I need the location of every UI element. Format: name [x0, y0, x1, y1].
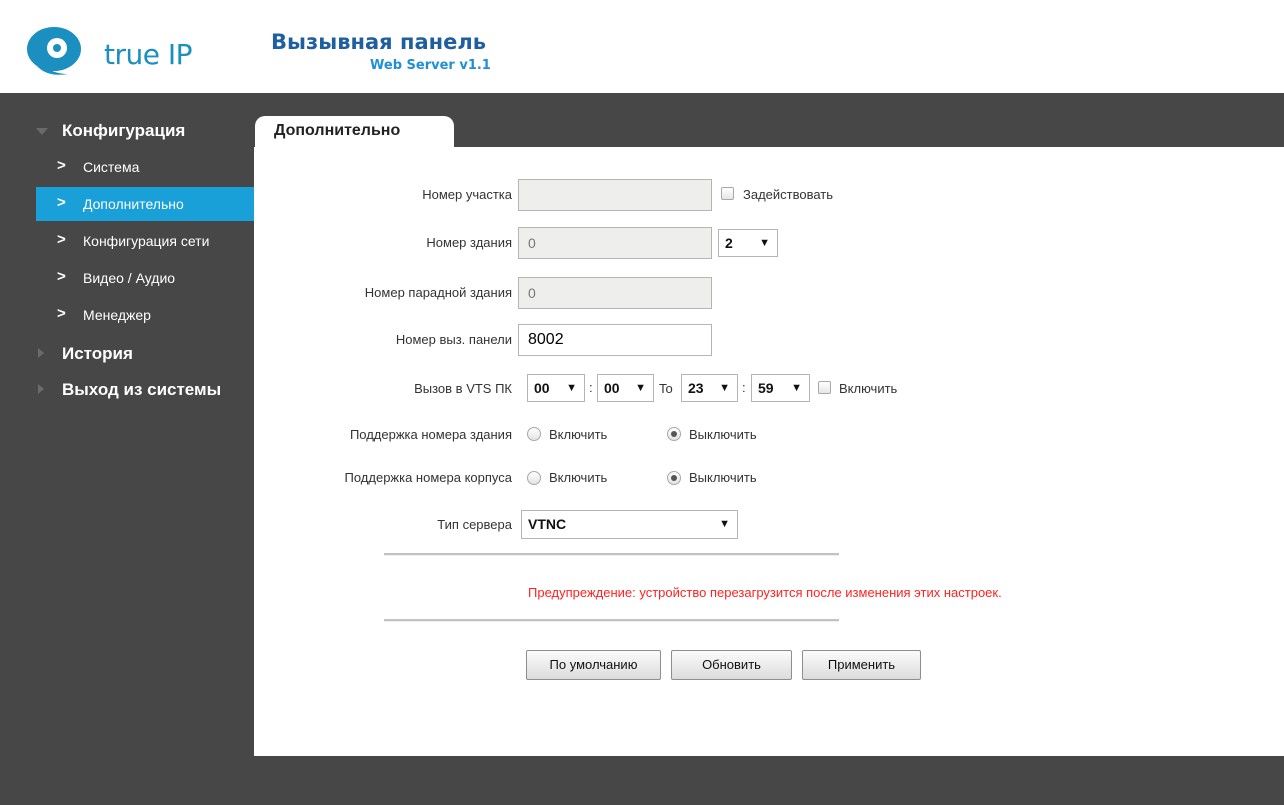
triangle-down-icon	[36, 128, 48, 135]
vts-to-label: To	[659, 381, 673, 396]
warning-text: Предупреждение: устройство перезагрузитс…	[528, 585, 1002, 600]
page-title: Вызывная панель	[271, 30, 487, 54]
server-type-select[interactable]: VTNC ▼	[521, 510, 738, 539]
vts-call-label: Вызов в VTS ПК	[414, 381, 512, 396]
select-value: VTNC	[528, 516, 567, 532]
dropdown-arrow-icon: ▼	[759, 237, 770, 249]
sidebar-item-label: Система	[83, 159, 140, 175]
building-support-label: Поддержка номера здания	[349, 427, 512, 442]
sidebar-item-video-audio[interactable]: > Видео / Аудио	[36, 261, 254, 295]
select-value: 00	[604, 380, 620, 396]
sidebar-section-logout[interactable]: Выход из системы	[0, 376, 254, 404]
server-type-label: Тип сервера	[437, 517, 512, 532]
sidebar: Конфигурация > Система > Дополнительно >…	[0, 93, 254, 805]
sidebar-item-additional[interactable]: > Дополнительно	[36, 187, 254, 221]
chevron-right-icon: >	[57, 231, 66, 248]
plot-enable-checkbox[interactable]	[721, 187, 734, 200]
chevron-right-icon: >	[57, 268, 66, 285]
vts-to-hour-select[interactable]: 23 ▼	[681, 374, 738, 402]
dropdown-arrow-icon: ▼	[791, 382, 802, 394]
refresh-button[interactable]: Обновить	[671, 650, 792, 680]
vts-to-minute-select[interactable]: 59 ▼	[751, 374, 810, 402]
building-support-on-radio[interactable]	[527, 427, 541, 441]
divider	[384, 553, 839, 556]
corpus-support-on-radio[interactable]	[527, 471, 541, 485]
corpus-support-label: Поддержка номера корпуса	[344, 470, 513, 485]
chevron-right-icon: >	[57, 305, 66, 322]
vts-enable-label: Включить	[839, 381, 898, 396]
divider	[384, 619, 839, 622]
building-number-input[interactable]: 0	[518, 227, 712, 259]
tab-additional[interactable]: Дополнительно	[255, 116, 454, 148]
sidebar-item-label: Видео / Аудио	[83, 270, 176, 286]
dropdown-arrow-icon: ▼	[719, 382, 730, 394]
corpus-support-off-label: Выключить	[689, 470, 757, 485]
building-support-on-label: Включить	[549, 427, 608, 442]
sidebar-section-label: История	[62, 344, 133, 363]
building-number-select[interactable]: 2 ▼	[718, 229, 778, 257]
sidebar-item-system[interactable]: > Система	[36, 150, 254, 184]
building-support-off-label: Выключить	[689, 427, 757, 442]
select-value: 23	[688, 380, 704, 396]
triangle-right-icon	[38, 384, 44, 394]
tab-label: Дополнительно	[274, 122, 401, 139]
building-number-label: Номер здания	[426, 235, 512, 250]
apply-button[interactable]: Применить	[802, 650, 921, 680]
vts-from-minute-select[interactable]: 00 ▼	[597, 374, 654, 402]
sidebar-item-network[interactable]: > Конфигурация сети	[36, 224, 254, 258]
dropdown-arrow-icon: ▼	[566, 382, 577, 394]
dropdown-arrow-icon: ▼	[635, 382, 646, 394]
corpus-support-on-label: Включить	[549, 470, 608, 485]
select-value: 00	[534, 380, 550, 396]
default-button[interactable]: По умолчанию	[526, 650, 661, 680]
entrance-number-input[interactable]: 0	[518, 277, 712, 309]
select-value: 59	[758, 380, 774, 396]
panel-number-input[interactable]: 8002	[518, 324, 712, 356]
chevron-right-icon: >	[57, 157, 66, 174]
vts-from-hour-select[interactable]: 00 ▼	[527, 374, 585, 402]
dropdown-arrow-icon: ▼	[719, 518, 730, 530]
sidebar-item-label: Конфигурация сети	[83, 233, 210, 249]
building-support-off-radio[interactable]	[667, 427, 681, 441]
building-select-value: 2	[725, 235, 733, 251]
entrance-number-label: Номер парадной здания	[364, 285, 512, 300]
panel-number-label: Номер выз. панели	[395, 332, 512, 347]
time-colon: :	[742, 380, 746, 395]
sidebar-section-label: Конфигурация	[62, 121, 186, 140]
plot-number-label: Номер участка	[422, 187, 512, 202]
true-ip-logo-icon	[27, 27, 81, 75]
sidebar-section-label: Выход из системы	[62, 380, 222, 399]
header: true IP Вызывная панель Web Server v1.1	[0, 0, 1284, 93]
time-colon: :	[589, 380, 593, 395]
plot-enable-label: Задействовать	[743, 187, 834, 202]
sidebar-item-label: Дополнительно	[83, 196, 184, 212]
brand-name: true IP	[104, 38, 193, 71]
sidebar-section-config[interactable]: Конфигурация	[0, 117, 254, 145]
chevron-right-icon: >	[57, 194, 66, 211]
corpus-support-off-radio[interactable]	[667, 471, 681, 485]
sidebar-item-label: Менеджер	[83, 307, 151, 323]
triangle-right-icon	[38, 348, 44, 358]
sidebar-item-manager[interactable]: > Менеджер	[36, 298, 254, 332]
vts-enable-checkbox[interactable]	[818, 381, 831, 394]
page-subtitle: Web Server v1.1	[370, 58, 491, 73]
plot-number-input[interactable]	[518, 179, 712, 211]
sidebar-section-history[interactable]: История	[0, 340, 254, 368]
